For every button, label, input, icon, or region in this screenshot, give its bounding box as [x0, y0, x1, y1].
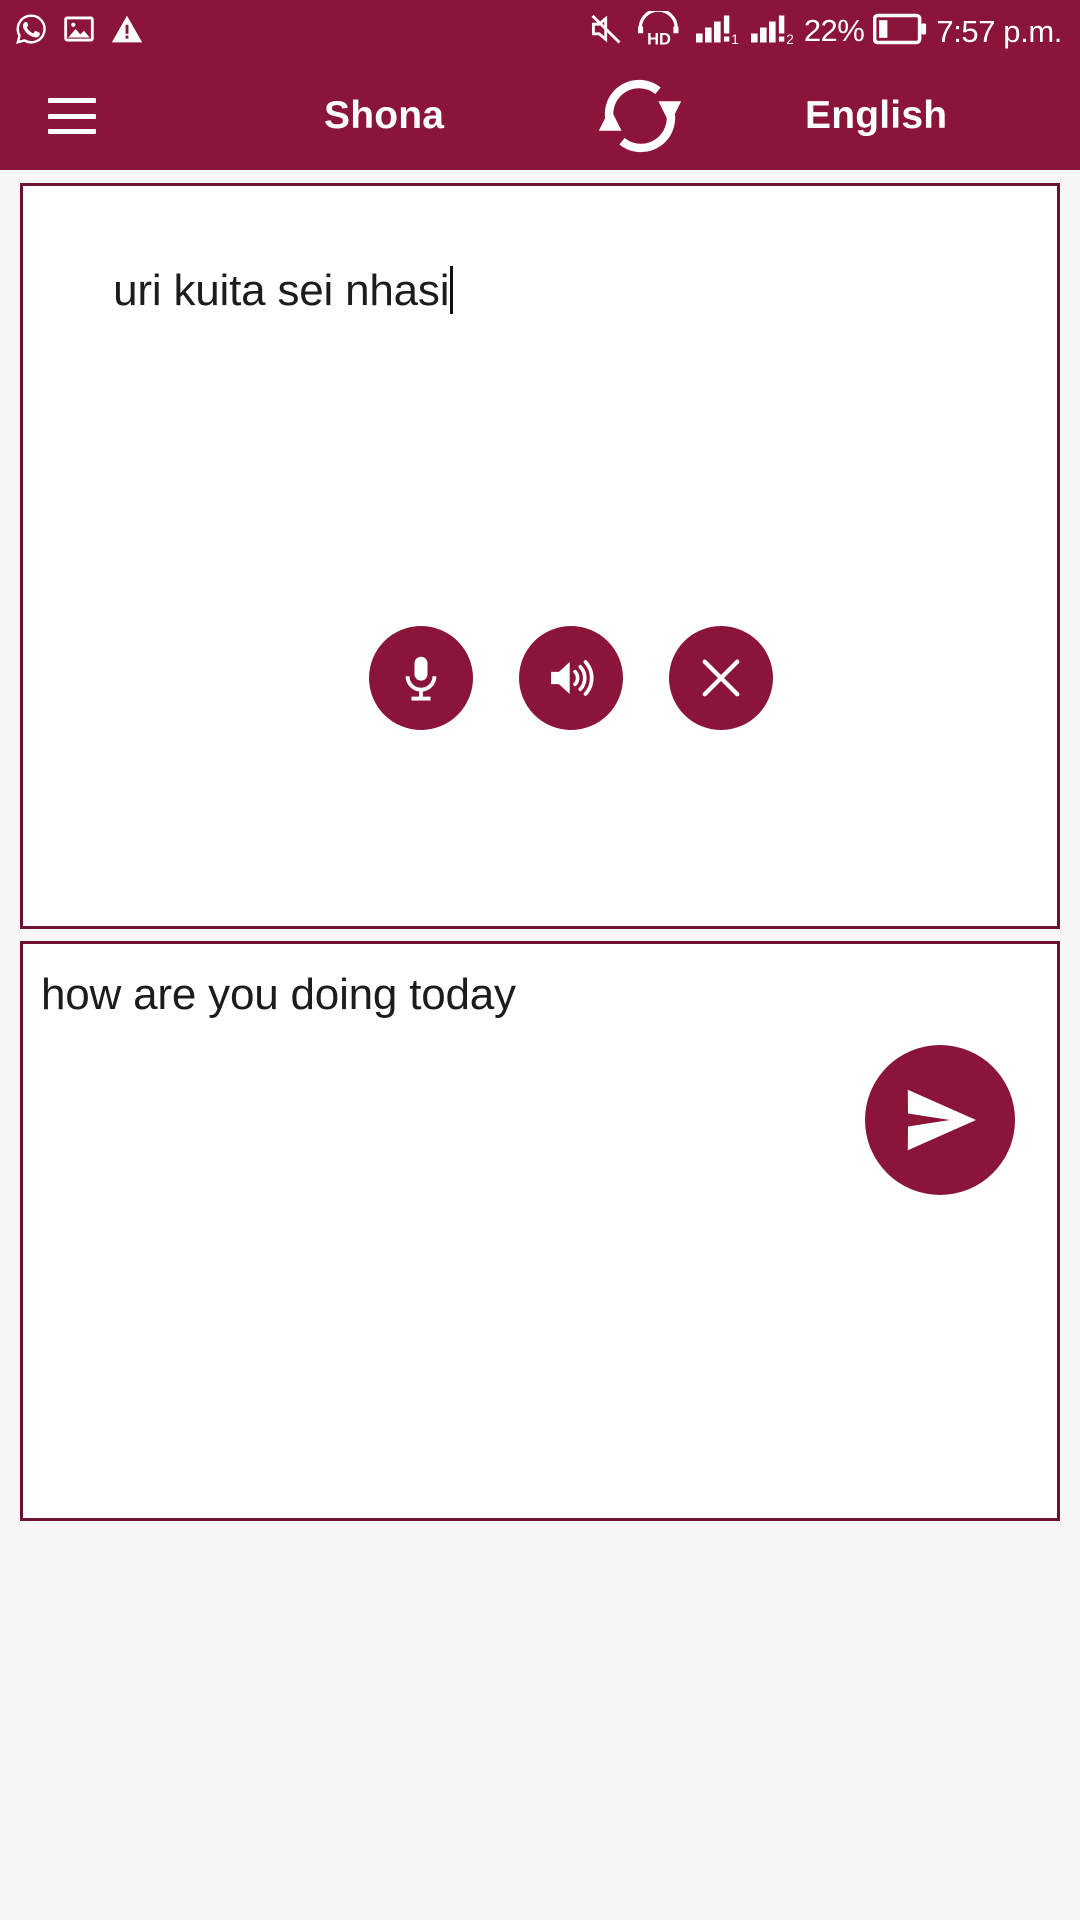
whatsapp-icon: [14, 12, 48, 51]
target-text-panel[interactable]: how are you doing today: [20, 941, 1060, 1521]
microphone-icon: [405, 656, 437, 701]
svg-text:2: 2: [786, 32, 794, 47]
svg-text:1: 1: [731, 32, 739, 47]
hamburger-menu-icon[interactable]: [48, 98, 96, 134]
hamburger-bar-3: [48, 129, 96, 134]
svg-text:HD: HD: [647, 30, 671, 46]
warning-icon: [110, 12, 144, 51]
source-action-row: [23, 626, 1057, 730]
clear-button[interactable]: [669, 626, 773, 730]
translate-send-button[interactable]: [865, 1045, 1015, 1195]
send-icon: [907, 1089, 977, 1151]
speaker-button[interactable]: [519, 626, 623, 730]
status-bar-right-icons: HD 1 2 22% 7:57 p.m.: [588, 7, 1062, 52]
image-icon: [62, 12, 96, 51]
hamburger-bar-1: [48, 98, 96, 103]
app-bar: Shona English: [0, 62, 1080, 170]
signal-sim1-icon: 1: [694, 11, 740, 52]
target-language-selector[interactable]: English: [805, 94, 947, 138]
microphone-button[interactable]: [369, 626, 473, 730]
speaker-icon: [551, 660, 594, 696]
hd-voice-icon: HD: [633, 7, 685, 52]
source-language-selector[interactable]: Shona: [324, 94, 444, 138]
status-bar-left-icons: [14, 12, 144, 51]
source-text-input[interactable]: uri kuita sei nhasi: [41, 210, 1027, 371]
status-bar: HD 1 2 22% 7:57 p.m.: [0, 0, 1080, 62]
clock-label: 7:57 p.m.: [936, 13, 1062, 49]
signal-sim2-icon: 2: [749, 11, 795, 52]
hamburger-bar-2: [48, 113, 96, 119]
battery-percent-label: 22%: [803, 13, 865, 48]
close-icon: [702, 659, 740, 697]
battery-icon: [873, 13, 927, 50]
source-text-panel[interactable]: uri kuita sei nhasi: [20, 183, 1060, 929]
text-cursor: [450, 265, 454, 314]
source-text-value: uri kuita sei nhasi: [113, 265, 450, 315]
translated-text: how are you doing today: [41, 970, 516, 1019]
swap-languages-button[interactable]: [575, 70, 705, 162]
mute-icon: [588, 11, 624, 52]
swap-languages-icon: [598, 79, 682, 153]
translator-content: uri kuita sei nhasi how are you doing to…: [0, 170, 1080, 1920]
